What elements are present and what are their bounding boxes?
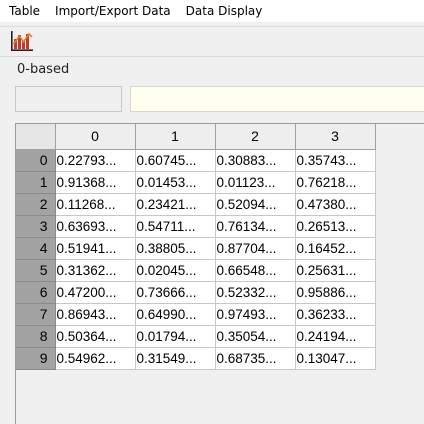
- table-row: 2 0.11268... 0.23421... 0.52094... 0.473…: [16, 193, 376, 216]
- table-row: 4 0.51941... 0.38805... 0.87704... 0.164…: [16, 237, 376, 260]
- table-cell[interactable]: 0.68735...: [215, 347, 296, 370]
- table-row: 5 0.31362... 0.02045... 0.66548... 0.256…: [16, 259, 376, 282]
- table-cell[interactable]: 0.36233...: [295, 303, 376, 326]
- table-row: 1 0.91368... 0.01453... 0.01123... 0.762…: [16, 171, 376, 194]
- table-cell[interactable]: 0.60745...: [135, 149, 216, 172]
- table-row: 9 0.54962... 0.31549... 0.68735... 0.130…: [16, 347, 376, 370]
- table-cell[interactable]: 0.91368...: [55, 171, 136, 194]
- table-cell[interactable]: 0.31362...: [55, 259, 136, 282]
- row-header[interactable]: 5: [16, 259, 56, 282]
- table-cell[interactable]: 0.01123...: [215, 171, 296, 194]
- row-header[interactable]: 9: [16, 347, 56, 370]
- menu-data-display[interactable]: Data Display: [177, 0, 269, 22]
- table-cell[interactable]: 0.47200...: [55, 281, 136, 304]
- row-header[interactable]: 1: [16, 171, 56, 194]
- table-cell[interactable]: 0.73666...: [135, 281, 216, 304]
- row-header[interactable]: 8: [16, 325, 56, 348]
- toolbar: [0, 26, 424, 57]
- table-cell[interactable]: 0.86943...: [55, 303, 136, 326]
- cell-reference-box[interactable]: [15, 86, 122, 112]
- menu-import-export-data[interactable]: Import/Export Data: [46, 0, 177, 22]
- table-cell[interactable]: 0.23421...: [135, 193, 216, 216]
- table-row: 0 0.22793... 0.60745... 0.30883... 0.357…: [16, 149, 376, 172]
- table-row: 3 0.63693... 0.54711... 0.76134... 0.265…: [16, 215, 376, 238]
- row-header[interactable]: 6: [16, 281, 56, 304]
- toolbar-divider: [0, 56, 424, 57]
- table-cell[interactable]: 0.35743...: [295, 149, 376, 172]
- table-cell[interactable]: 0.51941...: [55, 237, 136, 260]
- table-cell[interactable]: 0.25631...: [295, 259, 376, 282]
- table-cell[interactable]: 0.66548...: [215, 259, 296, 282]
- table-cell[interactable]: 0.50364...: [55, 325, 136, 348]
- table-cell[interactable]: 0.01453...: [135, 171, 216, 194]
- table-cell[interactable]: 0.95886...: [295, 281, 376, 304]
- table-cell[interactable]: 0.30883...: [215, 149, 296, 172]
- column-header-row: 0 1 2 3: [16, 124, 376, 150]
- table-cell[interactable]: 0.31549...: [135, 347, 216, 370]
- corner-cell[interactable]: [16, 124, 56, 150]
- column-header[interactable]: 0: [55, 124, 136, 150]
- row-header[interactable]: 7: [16, 303, 56, 326]
- menu-table[interactable]: Table: [0, 0, 46, 22]
- table-cell[interactable]: 0.26513...: [295, 215, 376, 238]
- table-cell[interactable]: 0.38805...: [135, 237, 216, 260]
- table-row: 6 0.47200... 0.73666... 0.52332... 0.958…: [16, 281, 376, 304]
- table-cell[interactable]: 0.22793...: [55, 149, 136, 172]
- table-row: 7 0.86943... 0.64990... 0.97493... 0.362…: [16, 303, 376, 326]
- row-header[interactable]: 4: [16, 237, 56, 260]
- table-cell[interactable]: 0.87704...: [215, 237, 296, 260]
- table-cell[interactable]: 0.52094...: [215, 193, 296, 216]
- table-cell[interactable]: 0.54962...: [55, 347, 136, 370]
- formula-bar[interactable]: [130, 86, 424, 112]
- table-cell[interactable]: 0.76218...: [295, 171, 376, 194]
- column-header[interactable]: 1: [135, 124, 216, 150]
- table-cell[interactable]: 0.24194...: [295, 325, 376, 348]
- table-cell[interactable]: 0.16452...: [295, 237, 376, 260]
- table-cell[interactable]: 0.76134...: [215, 215, 296, 238]
- table-cell[interactable]: 0.11268...: [55, 193, 136, 216]
- table-cell[interactable]: 0.64990...: [135, 303, 216, 326]
- table-cell[interactable]: 0.52332...: [215, 281, 296, 304]
- table-cell[interactable]: 0.54711...: [135, 215, 216, 238]
- row-header[interactable]: 2: [16, 193, 56, 216]
- table-row: 8 0.50364... 0.01794... 0.35054... 0.241…: [16, 325, 376, 348]
- data-grid: 0 1 2 3 0 0.22793... 0.60745... 0.30883.…: [15, 123, 424, 424]
- table-cell[interactable]: 0.97493...: [215, 303, 296, 326]
- table-cell[interactable]: 0.35054...: [215, 325, 296, 348]
- table-cell[interactable]: 0.63693...: [55, 215, 136, 238]
- index-mode-label: 0-based: [17, 62, 70, 77]
- row-header[interactable]: 3: [16, 215, 56, 238]
- table-cell[interactable]: 0.47380...: [295, 193, 376, 216]
- column-header[interactable]: 3: [295, 124, 376, 150]
- bar-chart-icon[interactable]: [10, 30, 34, 52]
- menu-bar: Table Import/Export Data Data Display: [0, 0, 424, 22]
- table-cell[interactable]: 0.13047...: [295, 347, 376, 370]
- table-cell[interactable]: 0.01794...: [135, 325, 216, 348]
- table-cell[interactable]: 0.02045...: [135, 259, 216, 282]
- row-header[interactable]: 0: [16, 149, 56, 172]
- column-header[interactable]: 2: [215, 124, 296, 150]
